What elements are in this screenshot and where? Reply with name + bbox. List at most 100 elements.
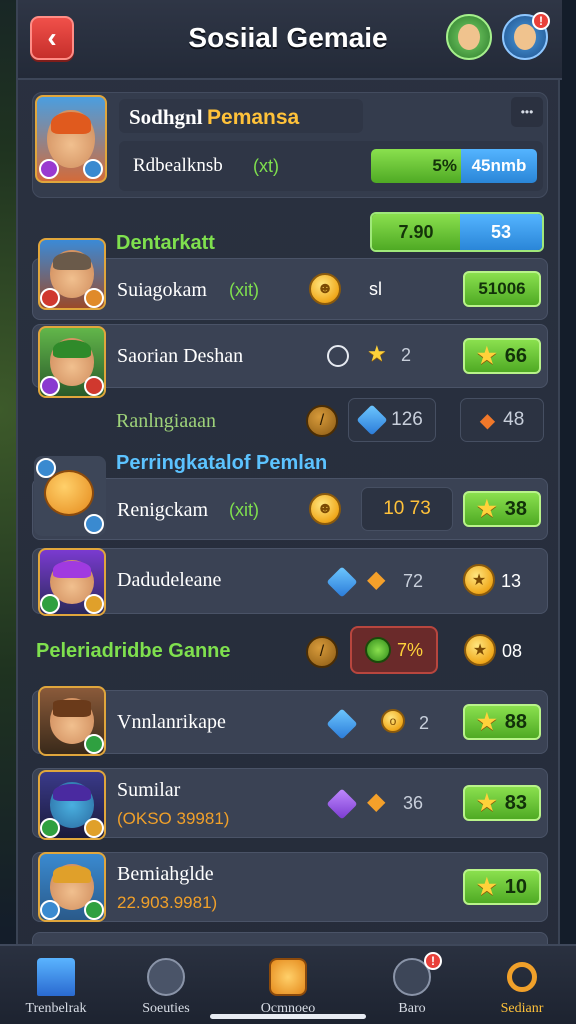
progress-right-value: 45nmb bbox=[471, 156, 527, 175]
row-tag: (xit) bbox=[229, 500, 259, 520]
tab-social[interactable]: Soeuties bbox=[116, 946, 216, 1024]
row-stat: sl bbox=[369, 279, 382, 299]
orange-gem-icon: ◆ bbox=[367, 566, 386, 593]
smile-face-icon bbox=[44, 470, 94, 516]
badge-green-icon bbox=[40, 818, 60, 838]
list-item[interactable]: Suiagokam (xit) ☻ sl 51006 bbox=[32, 258, 548, 320]
tab-label: Soeuties bbox=[142, 1001, 190, 1016]
row-value-pill[interactable]: ★ 10 bbox=[463, 869, 541, 905]
row-pill-value: 83 bbox=[504, 791, 527, 814]
row-stat: 2 bbox=[401, 345, 412, 365]
section1-progress-bar: 7.90 53 bbox=[370, 212, 544, 252]
section1-left-value: 7.90 bbox=[398, 221, 434, 242]
row-name: Renigckam bbox=[117, 499, 209, 521]
star-icon: ★ bbox=[477, 709, 497, 734]
tab-label: Trenbelrak bbox=[25, 1001, 87, 1016]
more-options-button[interactable]: ••• bbox=[511, 97, 543, 127]
tab-search[interactable]: Sedianr bbox=[472, 946, 572, 1024]
badge-blue-icon bbox=[40, 900, 60, 920]
badge-purple-icon bbox=[40, 376, 60, 396]
list-item[interactable]: Vnnlanrikape o 2 ★ 88 bbox=[32, 690, 548, 754]
shield-icon bbox=[147, 958, 185, 996]
rank-badge-icon bbox=[39, 159, 59, 179]
profile-progress-bar: 5% 45nmb bbox=[371, 149, 537, 183]
gold-coin-icon: ★ bbox=[464, 634, 496, 666]
avatar-sumilar[interactable] bbox=[38, 770, 106, 840]
blue-gem-icon bbox=[326, 708, 358, 740]
avatar-suiagokam[interactable] bbox=[38, 238, 106, 310]
more-icon: ••• bbox=[520, 105, 534, 119]
friend-avatar-button[interactable] bbox=[446, 14, 492, 60]
tab-notification-badge: ! bbox=[424, 952, 442, 970]
badge-red-icon bbox=[40, 288, 60, 308]
row-count-box: 10 73 bbox=[361, 487, 453, 531]
row-name: Sumilar bbox=[117, 779, 181, 801]
list-item[interactable]: Bemiahglde 22.903.9981) ★ 10 bbox=[32, 852, 548, 922]
back-button[interactable]: ‹ bbox=[30, 16, 74, 60]
friend-face-icon bbox=[458, 24, 480, 50]
row-name: Suiagokam bbox=[117, 279, 207, 301]
red-stat-box: 7% bbox=[350, 626, 438, 674]
profile-name-first: Sodhgnl bbox=[129, 105, 203, 129]
avatar-dadudeleane[interactable] bbox=[38, 548, 106, 616]
row-subtext: 22.903.9981) bbox=[117, 893, 218, 912]
ring-coin-icon: o bbox=[381, 709, 405, 733]
profile-card: Sodhgnl Pemansa ••• Rdbealknsb (xt) 5% 4… bbox=[32, 92, 548, 198]
badge-gold-icon bbox=[84, 818, 104, 838]
purple-gem-icon bbox=[326, 788, 358, 820]
list-item[interactable]: Renigckam (xit) ☻ 10 73 ★ 38 bbox=[32, 478, 548, 540]
row-pill-value: 51006 bbox=[478, 279, 526, 298]
row-pill-value: 10 bbox=[504, 875, 527, 898]
avatar-bemiahglde[interactable] bbox=[38, 852, 106, 922]
green-token-icon bbox=[364, 637, 391, 663]
gem-stat-value: 126 bbox=[391, 409, 423, 430]
badge-orange-icon bbox=[84, 288, 104, 308]
user-face-icon bbox=[514, 24, 536, 50]
red-box-value: 7% bbox=[396, 639, 423, 660]
list-item[interactable]: Dadudeleane ◆ 72 ★ 13 bbox=[32, 548, 548, 614]
list-item[interactable]: Saorian Deshan ★ 2 ★ 66 bbox=[32, 324, 548, 388]
badge-blue-icon bbox=[36, 458, 56, 478]
avatar-saorian[interactable] bbox=[38, 326, 106, 398]
profile-subtitle-tag: (xt) bbox=[253, 156, 279, 176]
row-coin-stat: 13 bbox=[501, 571, 522, 591]
row-value-pill[interactable]: ★ 88 bbox=[463, 704, 541, 740]
gem-stat-box: 126 bbox=[348, 398, 436, 442]
medal-icon: / bbox=[306, 405, 338, 437]
blue-gem-icon bbox=[326, 566, 358, 598]
row-stat: 36 bbox=[403, 793, 424, 813]
list-item[interactable]: Sumilar (OKSO 39981) ◆ 36 ★ 83 bbox=[32, 768, 548, 838]
badge-red-icon bbox=[84, 376, 104, 396]
progress-green-segment: 5% bbox=[371, 149, 461, 183]
tab-community[interactable]: Ocmnoeo bbox=[238, 946, 338, 1024]
app-frame: ‹ Sosiial Gemaie ! Sodhgnl Pemansa ••• R… bbox=[16, 0, 562, 1024]
gold-coin-icon: ★ bbox=[463, 564, 495, 596]
section1-right-value: 53 bbox=[490, 221, 512, 242]
row-value-pill[interactable]: ★ 38 bbox=[463, 491, 541, 527]
star-icon: ★ bbox=[477, 790, 497, 815]
profile-subtitle-text: Rdbealknsb bbox=[133, 155, 223, 176]
star-icon: ★ bbox=[477, 343, 497, 368]
avatar-vnnlanrikape[interactable] bbox=[38, 686, 106, 756]
row-name: Dadudeleane bbox=[117, 569, 222, 591]
progress-left-value: 5% bbox=[432, 156, 457, 175]
tab-battle[interactable]: ! Baro bbox=[362, 946, 462, 1024]
fire-icon: ◆ bbox=[479, 409, 496, 432]
player-avatar[interactable] bbox=[35, 95, 107, 183]
avatar-mascot[interactable] bbox=[34, 456, 106, 536]
orange-gem-icon: ◆ bbox=[367, 788, 386, 815]
tab-home[interactable]: Trenbelrak bbox=[6, 946, 106, 1024]
row-value-pill[interactable]: ★ 66 bbox=[463, 338, 541, 374]
fire-stat-value: 48 bbox=[503, 409, 525, 430]
chat-bubble-icon bbox=[269, 958, 307, 996]
profile-name-second: Pemansa bbox=[207, 106, 300, 129]
home-indicator[interactable] bbox=[210, 1014, 366, 1019]
section-label-perringkatalof: Perringkatalof Pemlan bbox=[116, 452, 328, 474]
row-value-pill[interactable]: ★ 83 bbox=[463, 785, 541, 821]
user-profile-button[interactable]: ! bbox=[502, 12, 550, 60]
badge-green-icon bbox=[84, 900, 104, 920]
row-subtext: (OKSO 39981) bbox=[117, 809, 230, 828]
clock-icon bbox=[327, 345, 349, 367]
top-bar: ‹ Sosiial Gemaie ! bbox=[18, 0, 562, 80]
row-value-pill[interactable]: 51006 bbox=[463, 271, 541, 307]
